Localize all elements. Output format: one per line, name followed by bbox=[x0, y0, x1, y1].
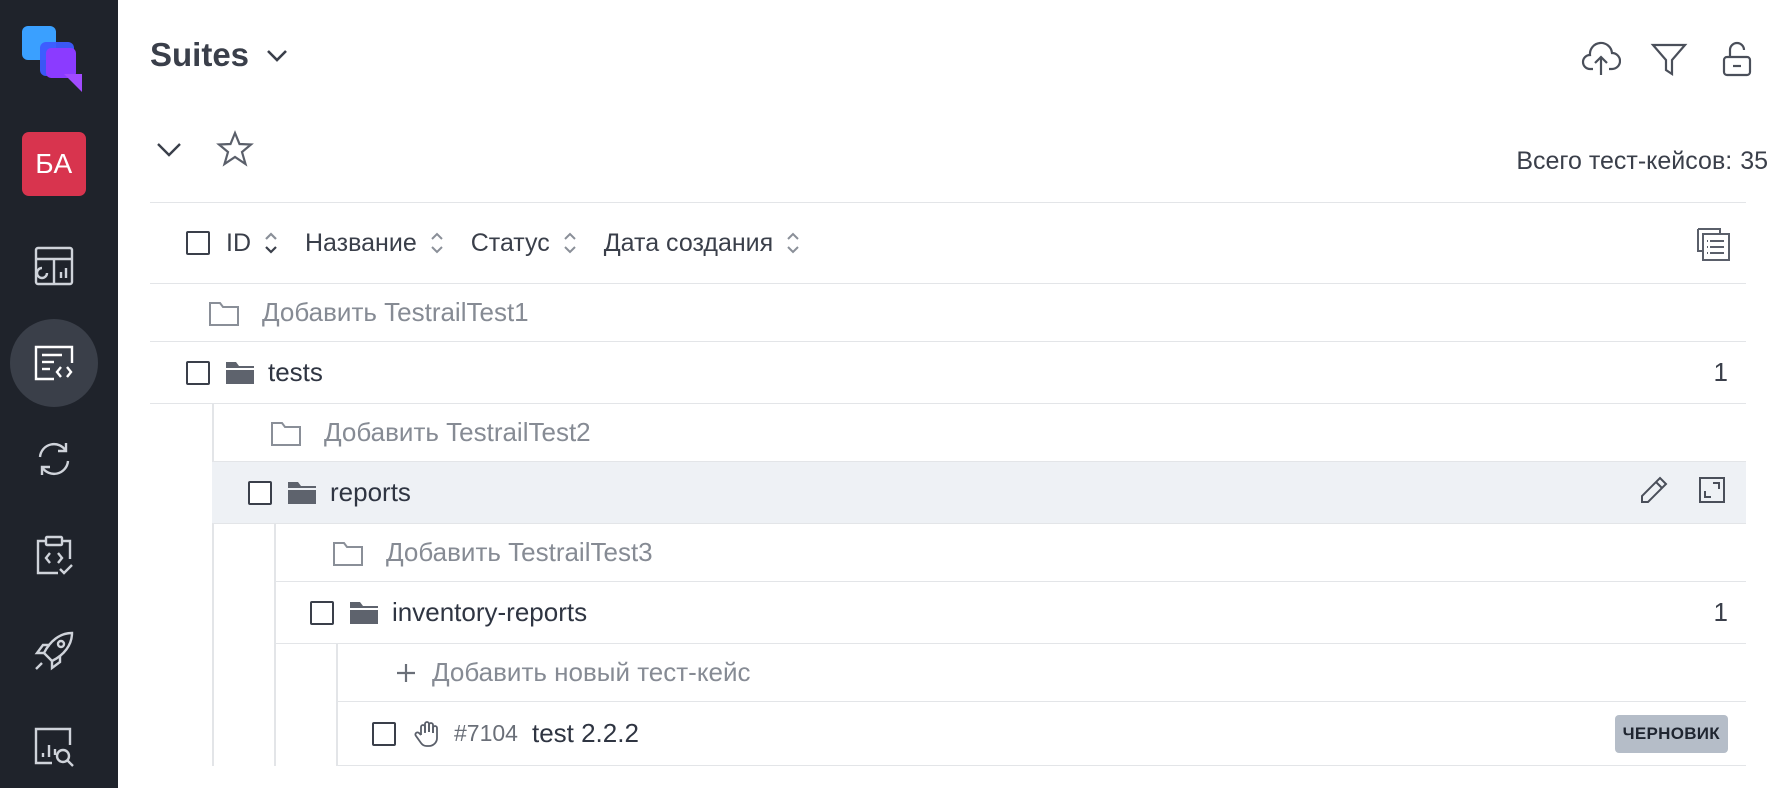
chevron-down-icon bbox=[267, 50, 287, 62]
sidebar-item-analytics[interactable] bbox=[10, 703, 98, 788]
rocket-icon bbox=[34, 631, 74, 671]
suite-count: 1 bbox=[1713, 357, 1728, 387]
favorites-button[interactable] bbox=[216, 130, 254, 173]
page-title[interactable]: Suites bbox=[150, 36, 291, 74]
suite-row-tests[interactable]: tests 1 bbox=[150, 342, 1746, 404]
lock-button[interactable] bbox=[1716, 38, 1758, 80]
sort-icon bbox=[429, 230, 445, 256]
pencil-icon bbox=[1641, 476, 1668, 503]
dashboard-icon bbox=[34, 246, 74, 286]
add-suite-row[interactable]: Добавить TestrailTest2 bbox=[212, 404, 1746, 462]
filter-button[interactable] bbox=[1648, 38, 1690, 80]
suite-children-reports: Добавить TestrailTest3 inventory-reports… bbox=[274, 524, 1746, 766]
folder-icon bbox=[350, 601, 378, 624]
expand-icon bbox=[1699, 477, 1725, 503]
suite-count: 1 bbox=[1713, 597, 1728, 627]
suite-name: tests bbox=[268, 357, 323, 387]
row-actions bbox=[1638, 474, 1728, 511]
sidebar-item-sync[interactable] bbox=[10, 415, 98, 503]
star-icon bbox=[216, 130, 254, 167]
column-created[interactable]: Дата создания bbox=[604, 229, 801, 258]
test-plan-icon bbox=[36, 535, 73, 575]
filter-icon bbox=[1650, 43, 1688, 77]
add-suite-label: Добавить TestrailTest1 bbox=[262, 297, 529, 327]
total-label: Всего тест-кейсов: bbox=[1516, 147, 1733, 175]
add-suite-label: Добавить TestrailTest2 bbox=[324, 417, 591, 447]
plus-icon bbox=[397, 663, 415, 682]
sidebar-item-dashboard[interactable] bbox=[10, 222, 98, 310]
column-created-label: Дата создания bbox=[603, 228, 774, 257]
page-title-text: Suites bbox=[150, 36, 250, 73]
total-test-cases: Всего тест-кейсов: 35 bbox=[1516, 147, 1768, 176]
test-cases-icon bbox=[34, 345, 74, 381]
sidebar-item-test-cases[interactable] bbox=[10, 319, 98, 407]
column-settings-icon bbox=[1697, 228, 1730, 261]
add-test-case-row[interactable]: Добавить новый тест-кейс bbox=[336, 644, 1746, 702]
folder-outline-icon bbox=[209, 301, 239, 326]
cloud-upload-icon bbox=[1581, 41, 1621, 75]
collapse-all-button[interactable] bbox=[150, 130, 188, 173]
folder-icon bbox=[288, 481, 316, 504]
add-test-case-label: Добавить новый тест-кейс bbox=[432, 657, 751, 687]
total-value: 35 bbox=[1740, 147, 1768, 175]
row-checkbox[interactable] bbox=[186, 360, 210, 385]
folder-outline-icon bbox=[333, 541, 363, 566]
test-cases-table: ID Название Статус Дата создания Добавит… bbox=[150, 202, 1746, 766]
suite-row-reports[interactable]: reports bbox=[212, 462, 1746, 524]
column-status[interactable]: Статус bbox=[471, 229, 578, 258]
row-checkbox[interactable] bbox=[248, 480, 272, 505]
sidebar-item-launches[interactable] bbox=[10, 607, 98, 695]
row-checkbox[interactable] bbox=[310, 600, 334, 625]
test-case-row[interactable]: #7104 test 2.2.2 ЧЕРНОВИК bbox=[336, 702, 1746, 766]
folder-outline-icon bbox=[271, 421, 301, 446]
sidebar-item-test-plan[interactable] bbox=[10, 511, 98, 599]
chevron-down-icon bbox=[157, 143, 181, 157]
add-suite-row[interactable]: Добавить TestrailTest1 bbox=[150, 284, 1746, 342]
app-logo[interactable] bbox=[20, 22, 90, 92]
suite-name: reports bbox=[330, 477, 411, 507]
expand-button[interactable] bbox=[1696, 474, 1728, 511]
suite-name: inventory-reports bbox=[392, 597, 588, 627]
analytics-search-icon bbox=[34, 727, 74, 767]
test-case-id: #7104 bbox=[454, 720, 518, 746]
column-status-label: Статус bbox=[470, 228, 550, 257]
sync-icon bbox=[38, 442, 70, 476]
test-case-name: test 2.2.2 bbox=[531, 718, 639, 748]
table-header: ID Название Статус Дата создания bbox=[150, 202, 1746, 284]
column-id-label: ID bbox=[226, 228, 251, 257]
upload-button[interactable] bbox=[1580, 38, 1622, 80]
tree-toolbar bbox=[150, 130, 254, 173]
row-checkbox[interactable] bbox=[372, 721, 396, 746]
suite-children-tests: Добавить TestrailTest2 reports Добавить … bbox=[212, 404, 1746, 766]
add-suite-label: Добавить TestrailTest3 bbox=[386, 537, 653, 567]
user-avatar[interactable]: БА bbox=[22, 132, 86, 196]
header-actions bbox=[1580, 38, 1758, 80]
column-id[interactable]: ID bbox=[226, 229, 279, 258]
sort-icon bbox=[785, 230, 801, 256]
select-all-checkbox[interactable] bbox=[186, 231, 210, 255]
column-name[interactable]: Название bbox=[305, 229, 445, 258]
unlock-icon bbox=[1722, 41, 1752, 77]
main-content: Suites Всего тест-кейсов: 35 ID Название… bbox=[118, 0, 1776, 788]
column-name-label: Название bbox=[305, 228, 417, 257]
suite-children-inventory-reports: Добавить новый тест-кейс #7104 test 2.2.… bbox=[336, 644, 1746, 766]
suite-row-inventory-reports[interactable]: inventory-reports 1 bbox=[274, 582, 1746, 644]
sidebar: БА bbox=[0, 0, 118, 788]
column-settings-button[interactable] bbox=[1694, 225, 1732, 268]
status-badge: ЧЕРНОВИК bbox=[1614, 714, 1728, 753]
add-suite-row[interactable]: Добавить TestrailTest3 bbox=[274, 524, 1746, 582]
sort-icon bbox=[263, 230, 279, 256]
manual-hand-icon bbox=[414, 720, 438, 747]
sort-icon bbox=[562, 230, 578, 256]
edit-button[interactable] bbox=[1638, 474, 1670, 511]
folder-icon bbox=[226, 361, 254, 384]
